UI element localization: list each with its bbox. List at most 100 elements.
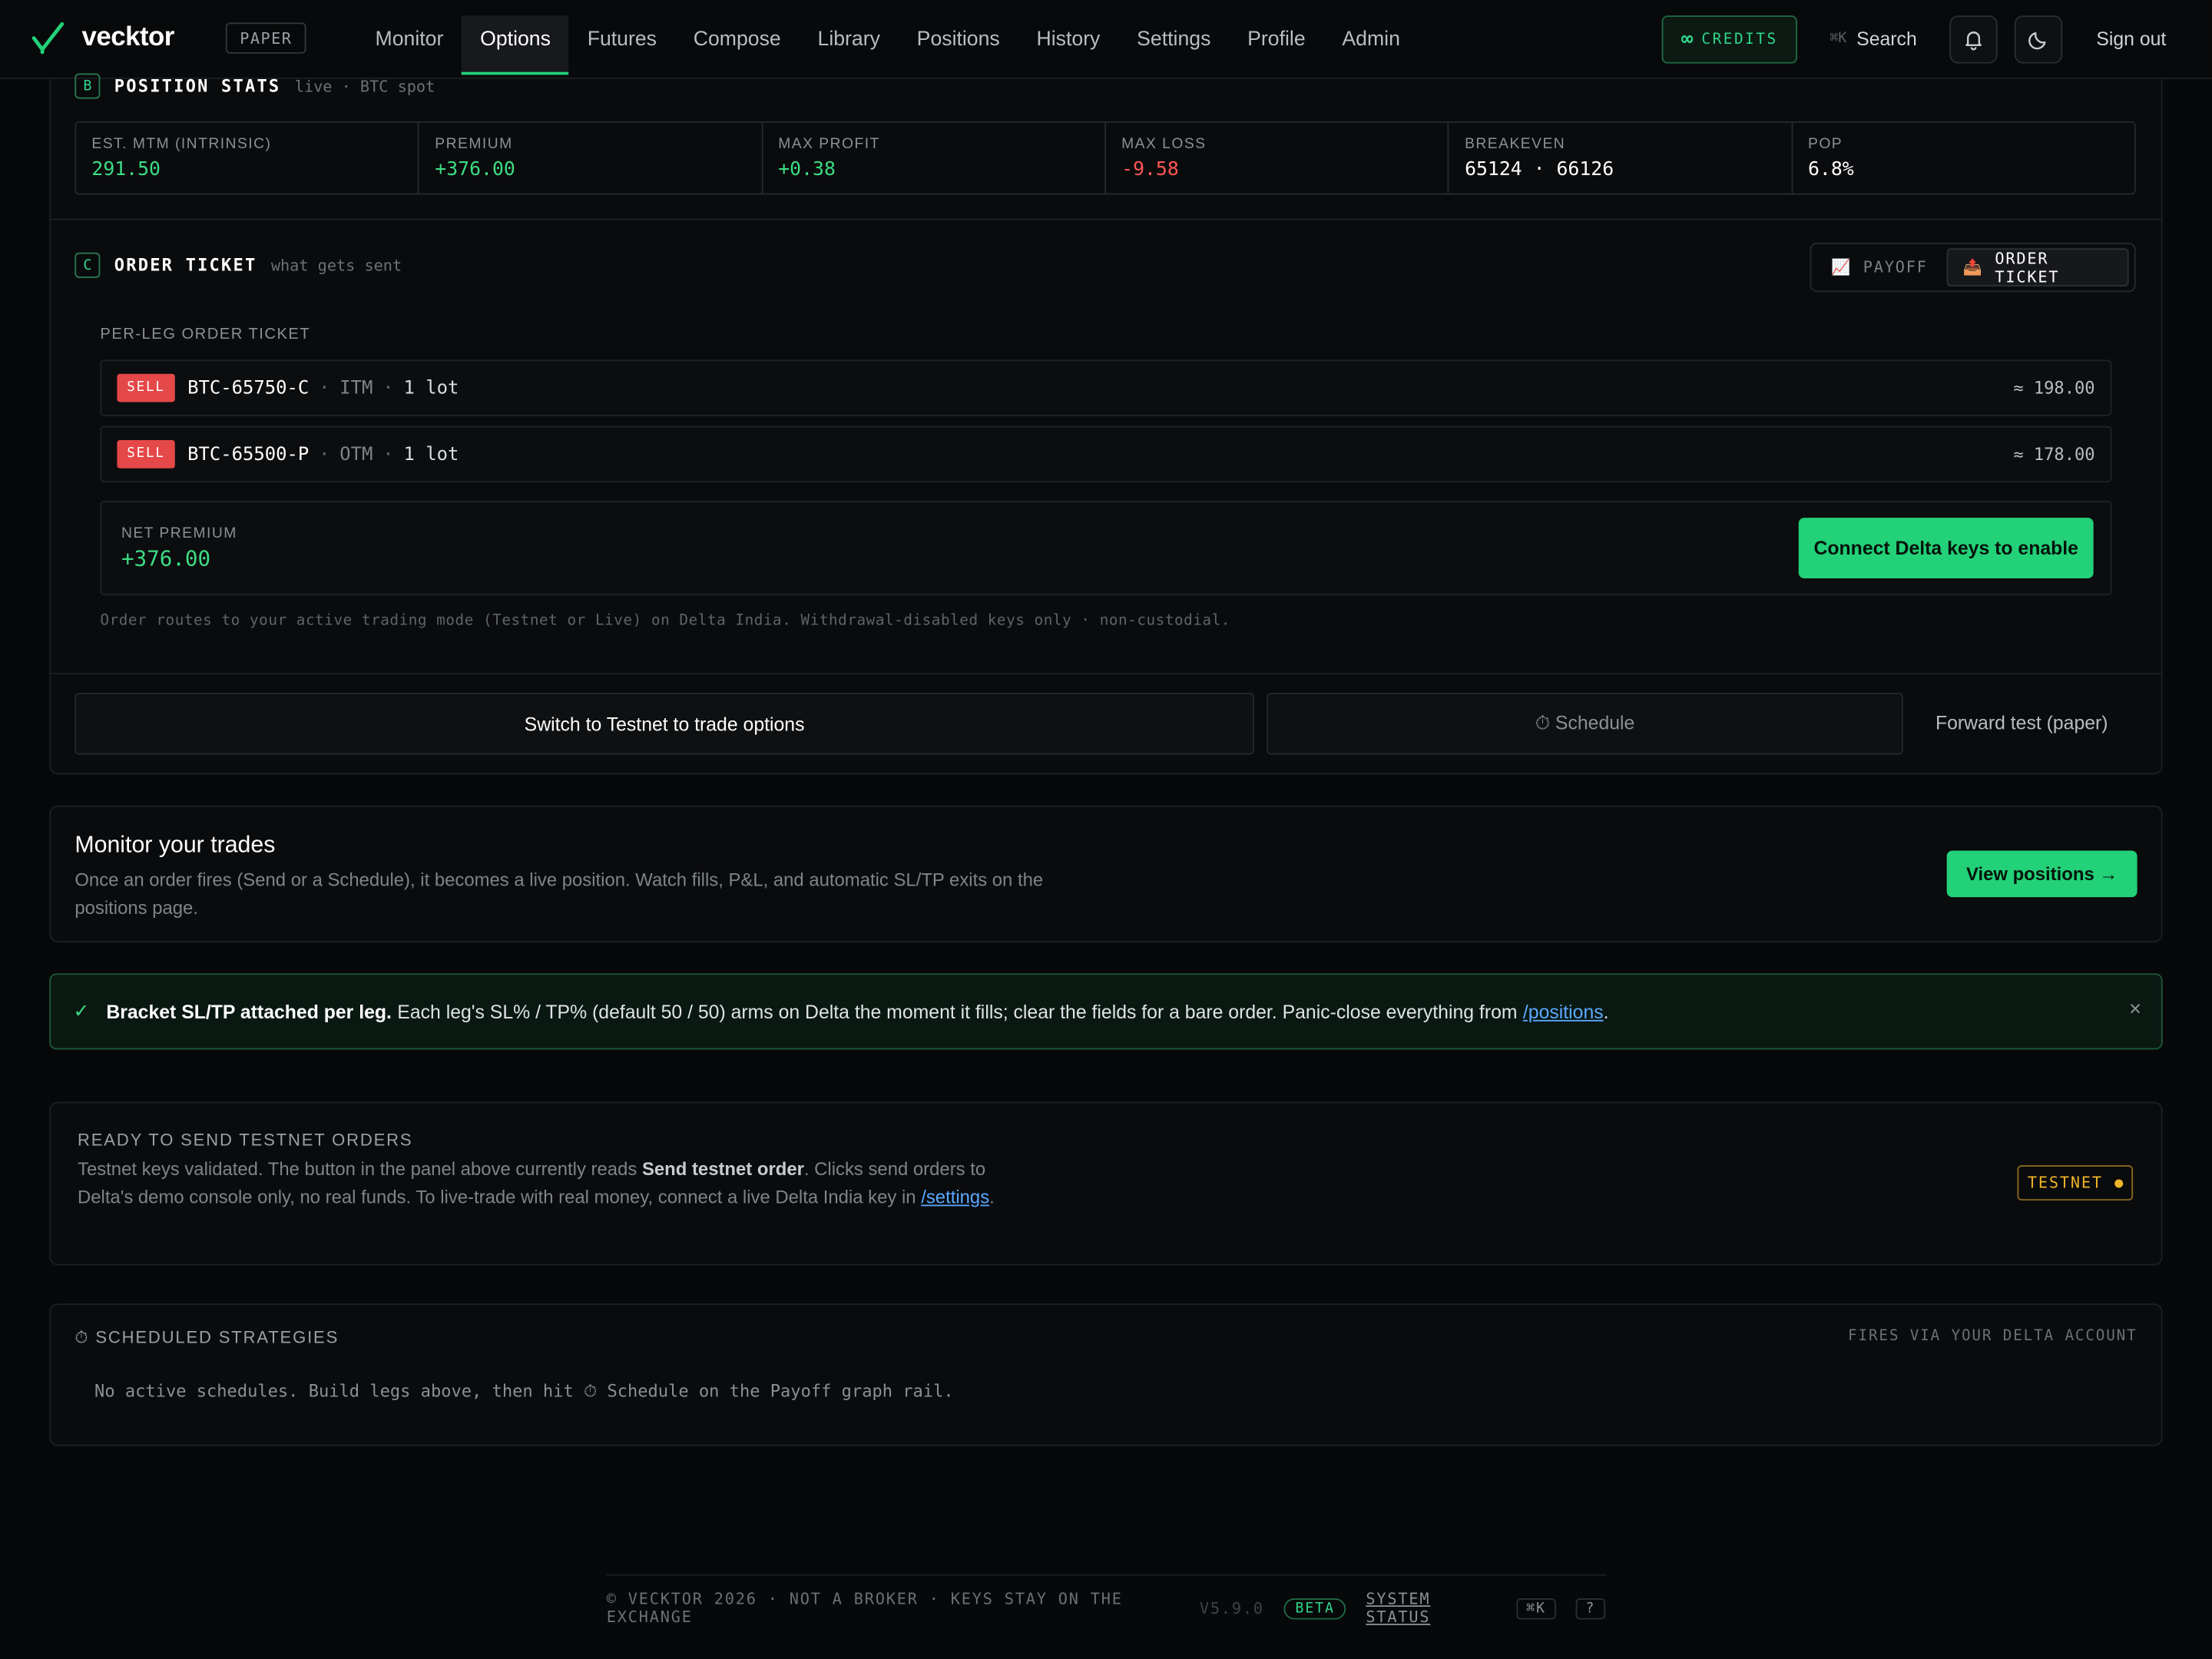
- testnet-bold: Send testnet order: [641, 1157, 804, 1180]
- schedule-button[interactable]: ⏱ Schedule: [1267, 692, 1903, 755]
- order-leg-row[interactable]: SELL BTC-65500-P · OTM · 1 lot ≈ 178.00: [100, 426, 2112, 483]
- stat-value: +376.00: [435, 157, 515, 181]
- nav-monitor[interactable]: Monitor: [357, 0, 462, 79]
- net-premium-value: +376.00: [121, 545, 211, 571]
- order-ticket-title: ORDER TICKET: [114, 255, 257, 276]
- stat-value: -9.58: [1121, 157, 1179, 181]
- stat-label: BREAKEVEN: [1465, 135, 1566, 153]
- infinity-icon: ∞: [1681, 28, 1694, 51]
- testnet-badge-label: TESTNET: [2027, 1174, 2103, 1193]
- nav-profile[interactable]: Profile: [1229, 0, 1323, 79]
- scheduled-strategies-panel: ⏱ SCHEDULED STRATEGIES FIRES VIA YOUR DE…: [49, 1303, 2163, 1446]
- nav-positions[interactable]: Positions: [899, 0, 1018, 79]
- scheduled-right-label: FIRES VIA YOUR DELTA ACCOUNT: [1848, 1327, 2137, 1345]
- bell-icon: [1965, 31, 1982, 51]
- nav-library[interactable]: Library: [800, 0, 899, 79]
- separator: ·: [319, 377, 330, 399]
- testnet-period: .: [989, 1185, 995, 1207]
- switch-testnet-button[interactable]: Switch to Testnet to trade options: [75, 692, 1254, 755]
- stat-max-loss: MAX LOSS -9.58: [1106, 122, 1449, 194]
- system-status-link[interactable]: SYSTEM STATUS: [1366, 1590, 1496, 1627]
- banner-period: .: [1603, 1001, 1609, 1022]
- close-icon[interactable]: ×: [2129, 998, 2141, 1022]
- testnet-badge: TESTNET: [2017, 1165, 2134, 1201]
- order-route-note: Order routes to your active trading mode…: [100, 612, 1231, 630]
- sign-out-link[interactable]: Sign out: [2096, 28, 2166, 50]
- view-positions-button[interactable]: View positions →: [1946, 850, 2137, 898]
- net-premium-box: NET PREMIUM +376.00 Connect Delta keys t…: [100, 501, 2112, 596]
- divider: [51, 218, 2161, 220]
- vecktor-logo-icon: [31, 22, 65, 55]
- help-button[interactable]: ?: [1575, 1598, 1606, 1619]
- stat-value: +0.38: [778, 157, 836, 181]
- nav-history[interactable]: History: [1018, 0, 1119, 79]
- footer-text: © VECKTOR 2026 · NOT A BROKER · KEYS STA…: [606, 1589, 1123, 1627]
- nav-futures[interactable]: Futures: [569, 0, 675, 79]
- separator: ·: [382, 443, 394, 465]
- scheduled-empty-state: No active schedules. Build legs above, t…: [94, 1381, 954, 1401]
- monitor-body: Once an order fires (Send or a Schedule)…: [75, 869, 1044, 918]
- section-tag-b: B: [75, 73, 101, 99]
- stat-label: MAX PROFIT: [778, 135, 880, 153]
- positions-link[interactable]: /positions: [1523, 1001, 1604, 1022]
- leg-moneyness: OTM: [339, 443, 373, 465]
- testnet-text-1: Testnet keys validated. The button in th…: [78, 1157, 637, 1180]
- credits-button[interactable]: ∞ CREDITS: [1661, 15, 1797, 64]
- stat-pop: POP 6.8%: [1793, 123, 2134, 194]
- moon-icon: [2028, 31, 2046, 50]
- leg-symbol: BTC-65500-P: [187, 443, 310, 465]
- main-nav: Monitor Options Futures Compose Library …: [357, 0, 1419, 79]
- position-stats-title: POSITION STATS: [114, 76, 281, 96]
- banner-text: Each leg's SL% / TP% (default 50 / 50) a…: [397, 1001, 1518, 1022]
- footer: © VECKTOR 2026 · NOT A BROKER · KEYS STA…: [606, 1574, 1606, 1641]
- monitor-panel: Monitor your trades Once an order fires …: [49, 805, 2163, 942]
- leg-amount: ≈ 178.00: [2013, 444, 2095, 465]
- stat-breakeven: BREAKEVEN 65124 · 66126: [1449, 122, 1793, 194]
- stat-value: 65124 · 66126: [1465, 157, 1614, 181]
- status-dot-icon: [2114, 1178, 2123, 1187]
- search-button[interactable]: ⌘K Search: [1830, 28, 1917, 50]
- nav-compose[interactable]: Compose: [675, 0, 800, 79]
- divider: [51, 673, 2161, 674]
- forward-test-button[interactable]: Forward test (paper): [1936, 713, 2108, 734]
- nav-admin[interactable]: Admin: [1324, 0, 1419, 79]
- leg-lots: 1 lot: [403, 377, 459, 399]
- settings-link[interactable]: /settings: [921, 1186, 989, 1207]
- search-shortcut: ⌘K: [1830, 31, 1847, 47]
- stat-est-mtm: EST. MTM (INTRINSIC) 291.50: [76, 122, 420, 194]
- stat-label: MAX LOSS: [1121, 135, 1207, 153]
- stat-premium: PREMIUM +376.00: [419, 122, 763, 194]
- nav-settings[interactable]: Settings: [1118, 0, 1229, 79]
- net-premium-label: NET PREMIUM: [121, 525, 237, 542]
- order-ticket-header: C ORDER TICKET what gets sent: [75, 252, 402, 278]
- stat-label: PREMIUM: [435, 135, 513, 153]
- order-leg-row[interactable]: SELL BTC-65750-C · ITM · 1 lot ≈ 198.00: [100, 359, 2112, 416]
- side-badge: SELL: [117, 440, 175, 469]
- leg-amount: ≈ 198.00: [2013, 378, 2095, 398]
- tab-payoff[interactable]: 📈 PAYOFF: [1817, 248, 1942, 286]
- testnet-body: Testnet keys validated. The button in th…: [78, 1155, 995, 1210]
- scheduled-title: ⏱ SCHEDULED STRATEGIES: [75, 1327, 339, 1348]
- paper-mode-badge[interactable]: PAPER: [225, 22, 306, 54]
- separator: ·: [382, 377, 394, 399]
- brand-logo[interactable]: vecktor: [31, 22, 174, 55]
- nav-options[interactable]: Options: [462, 15, 569, 75]
- command-palette-shortcut[interactable]: ⌘K: [1516, 1598, 1556, 1619]
- theme-toggle-button[interactable]: [2014, 15, 2063, 64]
- outbox-icon: 📤: [1962, 258, 1984, 276]
- position-stats-grid: EST. MTM (INTRINSIC) 291.50 PREMIUM +376…: [75, 121, 2136, 195]
- stat-max-profit: MAX PROFIT +0.38: [763, 122, 1106, 194]
- beta-badge: BETA: [1283, 1598, 1346, 1619]
- tab-order-ticket-label: ORDER TICKET: [1995, 249, 2060, 286]
- notifications-button[interactable]: [1949, 15, 1998, 64]
- monitor-title: Monitor your trades: [75, 832, 276, 858]
- bracket-sltp-banner: ✓ Bracket SL/TP attached per leg. Each l…: [49, 973, 2163, 1050]
- footer-version: V5.9.0: [1199, 1598, 1264, 1618]
- position-stats-header: B POSITION STATS live · BTC spot: [75, 73, 435, 99]
- chart-icon: 📈: [1831, 258, 1853, 276]
- connect-delta-keys-button[interactable]: Connect Delta keys to enable: [1798, 518, 2094, 579]
- testnet-title: READY TO SEND TESTNET ORDERS: [78, 1130, 413, 1150]
- order-ticket-subtitle: what gets sent: [270, 256, 402, 275]
- check-icon: ✓: [73, 1000, 90, 1022]
- tab-order-ticket[interactable]: 📤 ORDER TICKET: [1947, 248, 2129, 286]
